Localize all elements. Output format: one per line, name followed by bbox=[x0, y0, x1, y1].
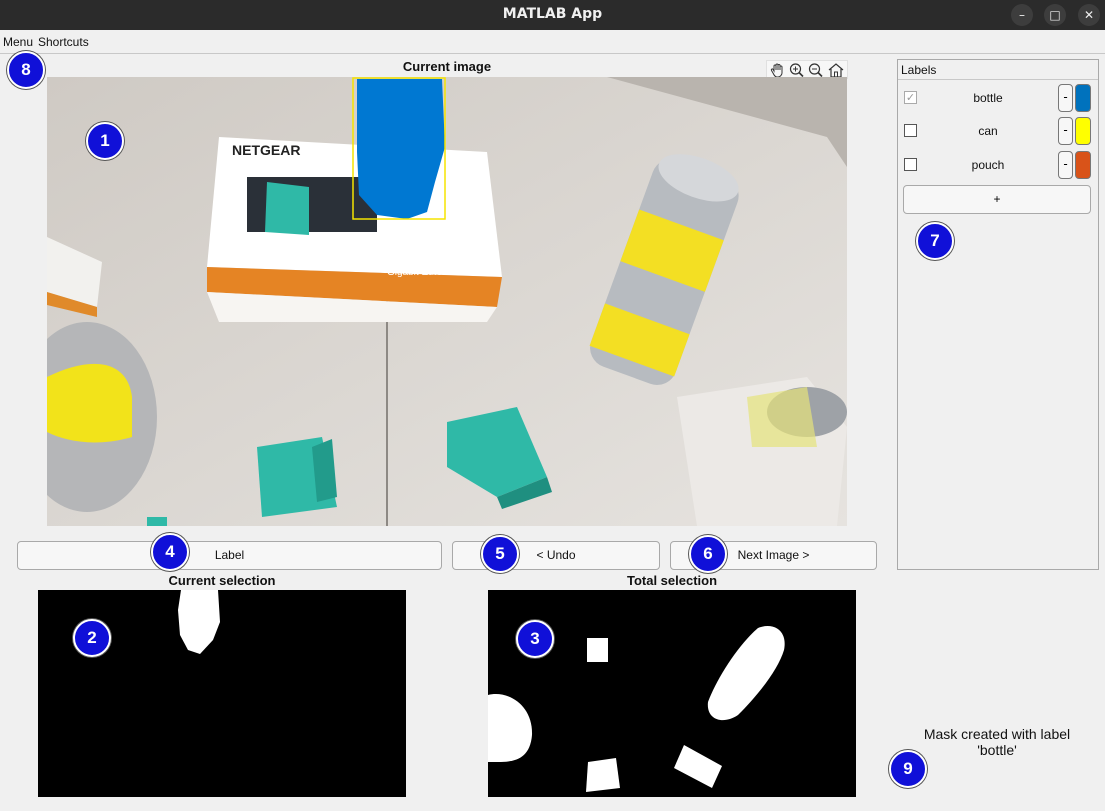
label-checkbox-bottle[interactable]: ✓ bbox=[904, 91, 917, 104]
status-message: Mask created with label 'bottle' bbox=[900, 726, 1094, 758]
add-label-button[interactable]: + bbox=[903, 185, 1091, 214]
menu-item-shortcuts[interactable]: Shortcuts bbox=[38, 35, 89, 49]
svg-text:Gigabit Ethernet Switch: Gigabit Ethernet Switch bbox=[387, 267, 492, 278]
current-image-axes[interactable]: NETGEAR Gigabit Ethernet Switch bbox=[47, 77, 847, 526]
annotation-badge-6: 6 bbox=[689, 535, 727, 573]
menu-item-menu[interactable]: Menu bbox=[3, 35, 33, 49]
title-bar: MATLAB App – □ ✕ bbox=[0, 0, 1105, 30]
label-button[interactable]: Label bbox=[17, 541, 442, 570]
remove-label-pouch-button[interactable]: - bbox=[1058, 151, 1073, 179]
window-title: MATLAB App bbox=[502, 6, 603, 22]
menu-bar: Menu Shortcuts bbox=[0, 30, 1105, 54]
status-line-2: 'bottle' bbox=[977, 742, 1017, 758]
remove-label-can-button[interactable]: - bbox=[1058, 117, 1073, 145]
label-color-bottle[interactable] bbox=[1075, 84, 1091, 112]
pan-hand-icon[interactable] bbox=[769, 62, 787, 78]
scene-photo: NETGEAR Gigabit Ethernet Switch bbox=[47, 77, 847, 526]
zoom-out-icon[interactable] bbox=[807, 62, 825, 78]
labels-panel: Labels ✓ bottle - can - pouch - + bbox=[897, 59, 1099, 570]
annotation-badge-8: 8 bbox=[7, 51, 45, 89]
close-button[interactable]: ✕ bbox=[1078, 4, 1100, 26]
annotation-badge-2: 2 bbox=[73, 619, 111, 657]
remove-label-bottle-button[interactable]: - bbox=[1058, 84, 1073, 112]
annotation-badge-9: 9 bbox=[889, 750, 927, 788]
minimize-button[interactable]: – bbox=[1011, 4, 1033, 26]
home-icon[interactable] bbox=[827, 62, 845, 78]
annotation-badge-5: 5 bbox=[481, 535, 519, 573]
labels-panel-title: Labels bbox=[901, 63, 937, 77]
panel-divider bbox=[898, 79, 1098, 80]
current-selection-title: Current selection bbox=[168, 573, 276, 588]
annotation-badge-1: 1 bbox=[86, 122, 124, 160]
label-row-bottle: ✓ bottle - bbox=[898, 84, 1098, 112]
annotation-badge-4: 4 bbox=[151, 533, 189, 571]
zoom-in-icon[interactable] bbox=[788, 62, 806, 78]
status-line-1: Mask created with label bbox=[923, 726, 1071, 742]
total-selection-title: Total selection bbox=[626, 573, 718, 588]
maximize-button[interactable]: □ bbox=[1044, 4, 1066, 26]
label-name-can: can bbox=[978, 124, 998, 138]
label-checkbox-can[interactable] bbox=[904, 124, 917, 137]
label-name-pouch: pouch bbox=[971, 158, 1005, 172]
label-color-can[interactable] bbox=[1075, 117, 1091, 145]
label-name-bottle: bottle bbox=[973, 91, 1003, 105]
annotation-badge-3: 3 bbox=[516, 620, 554, 658]
label-row-can: can - bbox=[898, 117, 1098, 145]
current-image-title: Current image bbox=[402, 59, 492, 74]
svg-text:NETGEAR: NETGEAR bbox=[232, 142, 300, 158]
label-color-pouch[interactable] bbox=[1075, 151, 1091, 179]
annotation-badge-7: 7 bbox=[916, 222, 954, 260]
label-row-pouch: pouch - bbox=[898, 151, 1098, 179]
label-checkbox-pouch[interactable] bbox=[904, 158, 917, 171]
